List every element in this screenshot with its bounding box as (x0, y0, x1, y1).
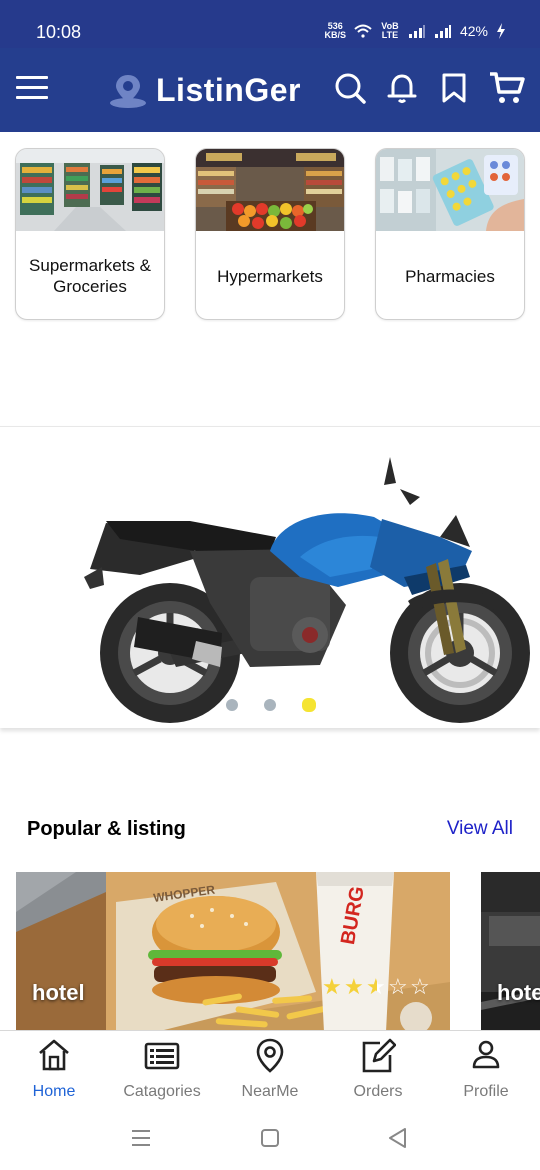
network-speed: 536 KB/S (324, 21, 346, 40)
nav-home[interactable]: Home (0, 1031, 108, 1111)
cart-icon[interactable] (488, 70, 526, 106)
bottom-navigation: Home Catagories NearMe Orders Profile (0, 1030, 540, 1110)
listing-image: WHOPPER BURGER KING (16, 872, 450, 1032)
hypermarket-image (196, 149, 344, 231)
back-icon[interactable] (386, 1126, 408, 1150)
listing-name: hotel (32, 980, 85, 1005)
listing-card[interactable]: WHOPPER BURGER KING hotel ★ ★ ★ ☆ ☆ (16, 872, 450, 1032)
nav-label: Catagories (123, 1083, 201, 1100)
carousel-indicators (0, 697, 540, 713)
nav-label: Home (32, 1083, 76, 1100)
bookmark-icon[interactable] (436, 70, 472, 106)
person-icon (472, 1040, 500, 1069)
logo-pin-icon (110, 74, 146, 108)
signal-icon-2 (434, 25, 451, 38)
nav-orders[interactable]: Orders (324, 1031, 432, 1111)
nav-label: Profile (463, 1083, 509, 1100)
app-name: ListinGer (156, 72, 301, 108)
signal-icon (408, 25, 425, 38)
wifi-icon (354, 24, 372, 38)
nav-categories[interactable]: Catagories (108, 1031, 216, 1111)
carousel-dot[interactable] (264, 699, 276, 711)
battery-level: 42% (459, 23, 488, 39)
nav-nearme[interactable]: NearMe (216, 1031, 324, 1111)
category-card-supermarkets[interactable]: Supermarkets & Groceries (15, 148, 165, 320)
carousel-dot[interactable] (226, 699, 238, 711)
list-icon (144, 1042, 180, 1070)
category-label: Hypermarkets (217, 266, 323, 286)
status-indicators: 536 KB/S VoB LTE 42% (324, 22, 506, 40)
listing-image (481, 872, 540, 1032)
nav-profile[interactable]: Profile (432, 1031, 540, 1111)
star-empty-icon: ☆ (388, 974, 408, 999)
supermarket-image (16, 149, 164, 231)
category-label: Pharmacies (405, 266, 495, 286)
view-all-link[interactable]: View All (447, 818, 513, 840)
nav-label: Orders (353, 1083, 403, 1100)
app-header: ListinGer (0, 48, 540, 132)
star-full-icon: ★ (322, 974, 342, 999)
app-logo[interactable]: ListinGer (108, 72, 301, 109)
menu-icon[interactable] (16, 76, 48, 102)
rating-stars: ★ ★ ★ ☆ ☆ (322, 976, 432, 1000)
search-icon[interactable] (332, 70, 368, 106)
section-title: Popular & listing (27, 818, 186, 840)
volte-indicator: VoB LTE (381, 21, 399, 40)
motorcycle-image (84, 457, 530, 723)
pharmacy-image (376, 149, 524, 231)
category-card-pharmacies[interactable]: Pharmacies (375, 148, 525, 320)
recent-apps-icon[interactable] (130, 1128, 152, 1148)
bell-icon[interactable] (384, 70, 420, 106)
charging-icon (497, 23, 505, 39)
star-empty-icon: ☆ (410, 974, 430, 999)
category-card-hypermarkets[interactable]: Hypermarkets (195, 148, 345, 320)
star-full-icon: ★ (344, 974, 364, 999)
status-time: 10:08 (36, 22, 82, 42)
category-label: Supermarkets & Groceries (29, 256, 151, 296)
home-icon (39, 1039, 69, 1071)
edit-icon (362, 1038, 396, 1073)
carousel-dot-active[interactable] (302, 698, 316, 712)
home-button-icon[interactable] (259, 1127, 281, 1149)
listing-name: hotel (497, 980, 540, 1005)
nav-label: NearMe (241, 1083, 299, 1100)
category-row: Supermarkets & Groceries Hypermarkets Ph… (0, 148, 540, 322)
system-navigation (0, 1110, 540, 1170)
hero-carousel[interactable] (0, 426, 540, 728)
status-bar: 10:08 536 KB/S VoB LTE 42% (0, 0, 540, 48)
listing-card[interactable]: hotel (481, 872, 540, 1032)
star-half-icon: ★ (366, 976, 388, 998)
location-pin-icon (256, 1038, 284, 1073)
